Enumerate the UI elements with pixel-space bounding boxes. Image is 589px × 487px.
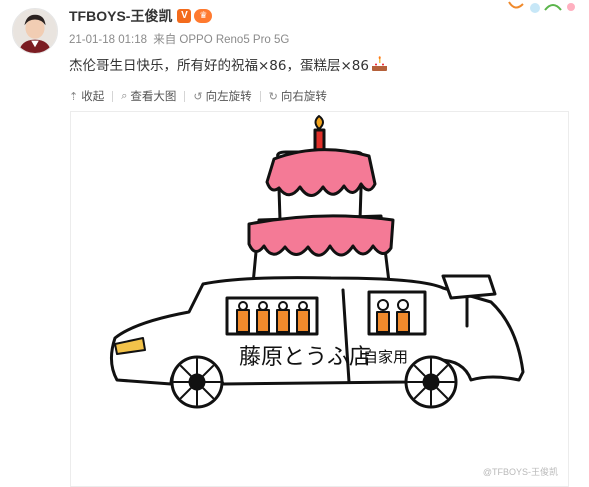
rotate-right-label: 向右旋转 [280,89,327,103]
car-text-left: 藤原とうふ店 [239,345,371,370]
rotate-right-icon: ↻ [268,89,278,103]
toolbar-divider [112,90,114,102]
post-image[interactable]: 藤原とうふ店 自家用 @TFBOYS-王俊凯 [70,111,569,487]
verified-icon: V [177,9,192,23]
post-meta: 21-01-18 01:18 来自 OPPO Reno5 Pro 5G [69,31,292,47]
rotate-left-button[interactable]: ↺ 向左旋转 [193,88,251,104]
post-text: 杰伦哥生日快乐，所有好的祝福×86，蛋糕层×86 [69,58,369,74]
cake-top-frosting [265,148,377,197]
vip-crown-icon: ♛ [194,9,213,23]
cake-middle-frosting [247,214,395,257]
view-large-image-label: 查看大图 [130,89,177,103]
rotate-right-button[interactable]: ↻ 向右旋转 [269,88,327,104]
image-watermark: @TFBOYS-王俊凯 [482,467,558,477]
post-source: 来自 OPPO Reno5 Pro 5G [153,34,290,46]
toolbar-divider [184,90,186,102]
collapse-icon: ⇡ [69,89,79,103]
image-toolbar: ⇡ 收起 ⌕ 查看大图 ↺ 向左旋转 ↻ 向右旋转 [69,87,327,105]
rotate-left-label: 向左旋转 [205,89,252,103]
collapse-label: 收起 [81,89,105,103]
cake-car-drawing: 藤原とうふ店 自家用 [110,115,525,409]
author-row: TFBOYS-王俊凯 V ♛ [69,6,213,26]
toolbar-divider [259,90,261,102]
decorative-badge-icon [508,1,575,13]
collapse-button[interactable]: ⇡ 收起 [69,88,104,104]
post-timestamp[interactable]: 21-01-18 01:18 [69,34,147,46]
post-header: TFBOYS-王俊凯 V ♛ 21-01-18 01:18 来自 OPPO Re… [0,0,589,85]
author-name[interactable]: TFBOYS-王俊凯 [69,6,172,26]
post-text-row: 杰伦哥生日快乐，所有好的祝福×86，蛋糕层×86 [69,54,388,74]
author-avatar[interactable] [12,8,58,54]
candle-flame [314,115,324,130]
car-roof-sign [441,274,497,300]
cake-icon [371,56,388,72]
rotate-left-icon: ↺ [193,89,203,103]
car-text-right: 自家用 [363,348,408,366]
search-icon: ⌕ [121,89,128,102]
view-large-image-button[interactable]: ⌕ 查看大图 [121,88,176,104]
